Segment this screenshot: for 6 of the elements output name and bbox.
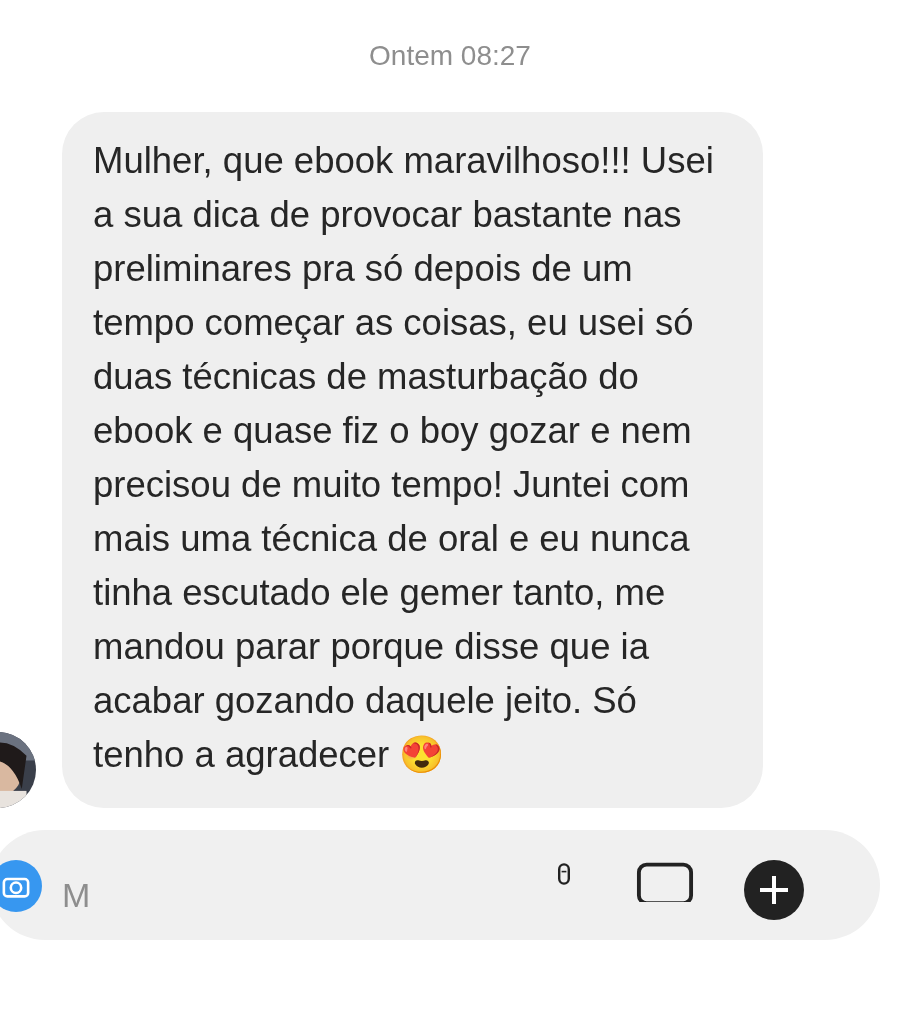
message-timestamp: Ontem 08:27 bbox=[369, 40, 531, 72]
plus-icon[interactable] bbox=[744, 860, 804, 920]
image-icon[interactable] bbox=[636, 860, 694, 902]
camera-icon[interactable] bbox=[0, 860, 42, 912]
message-input-field[interactable]: M bbox=[62, 876, 492, 915]
message-text: Mulher, que ebook maravilhoso!!! Usei a sua dica de provocar bastante nas preliminares pra só depois de um tempo começar as coisas, eu usei só duas técnicas de masturbação do ebook e quase fiz o boy gozar e nem precisou de muito tempo! Juntei com mais uma técnica de oral e eu nunca tinha escutado ele gemer tanto, me mandou parar porque disse que ia acabar gozando daquele jeito. Só tenho a agradecer 😍 bbox=[93, 139, 715, 777]
